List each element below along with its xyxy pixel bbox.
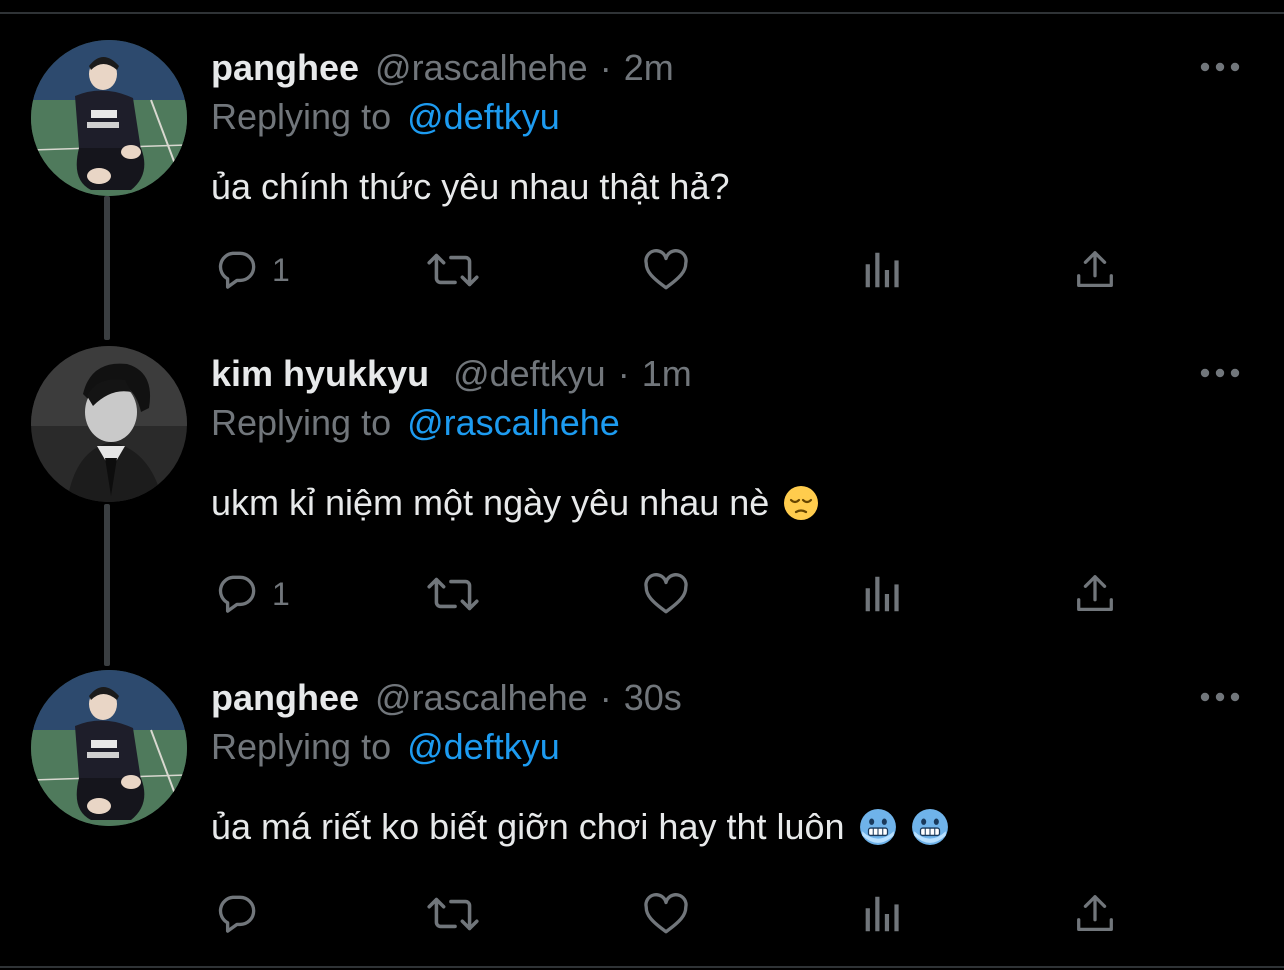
more-options-button[interactable]	[1198, 682, 1242, 712]
separator-dot: ·	[599, 47, 612, 88]
tweet-header: kim hyukkyu @deftkyu · 1m	[211, 346, 692, 402]
like-button[interactable]	[640, 884, 692, 944]
tweet-text: ukm kỉ niệm một ngày yêu nhau nè	[211, 478, 819, 528]
tweet-text-content: ủa chính thức yêu nhau thật hả?	[211, 166, 730, 207]
timestamp[interactable]: 30s	[624, 677, 682, 719]
separator-dot: ·	[599, 677, 612, 718]
top-divider	[0, 12, 1284, 14]
share-button[interactable]	[1072, 564, 1118, 624]
display-name[interactable]: panghee	[211, 677, 359, 719]
retweet-icon	[427, 253, 479, 287]
reply-button[interactable]	[212, 884, 272, 944]
share-icon	[1077, 251, 1113, 287]
retweet-icon	[427, 577, 479, 611]
avatar-photo-kim-hyukkyu	[31, 346, 187, 502]
views-icon	[865, 896, 899, 932]
replying-to-label: Replying to	[211, 726, 392, 767]
timestamp[interactable]: 2m	[624, 47, 674, 89]
share-button[interactable]	[1072, 240, 1118, 300]
tweet-text: ủa chính thức yêu nhau thật hả?	[211, 162, 729, 212]
reply-count: 1	[272, 575, 290, 612]
user-handle[interactable]: @deftkyu	[453, 353, 606, 395]
separator-dot: ·	[617, 353, 630, 394]
avatar-photo-panghee	[31, 670, 187, 826]
tweet-text: ủa má riết ko biết giỡn chơi hay tht luô…	[211, 802, 949, 852]
replying-to: Replying to @rascalhehe	[211, 398, 620, 448]
replying-to: Replying to @deftkyu	[211, 92, 560, 142]
share-icon	[1077, 575, 1113, 611]
tweet-header: panghee @rascalhehe · 2m	[211, 40, 674, 96]
avatar[interactable]	[31, 40, 187, 196]
bottom-divider	[0, 966, 1284, 968]
user-handle[interactable]: @rascalhehe	[375, 47, 588, 89]
display-name[interactable]: kim hyukkyu	[211, 353, 429, 395]
like-icon	[644, 573, 688, 614]
tweet-text-content: ukm kỉ niệm một ngày yêu nhau nè	[211, 482, 770, 523]
timestamp[interactable]: 1m	[642, 353, 692, 395]
views-button[interactable]	[858, 884, 904, 944]
like-icon	[644, 893, 688, 934]
like-button[interactable]	[640, 240, 692, 300]
more-icon	[1200, 368, 1240, 378]
retweet-button[interactable]	[424, 564, 482, 624]
replying-to: Replying to @deftkyu	[211, 722, 560, 772]
reply-count: 1	[272, 251, 290, 288]
cold-face-emoji	[859, 809, 896, 845]
views-button[interactable]	[858, 240, 904, 300]
display-name[interactable]: panghee	[211, 47, 359, 89]
replying-to-mention[interactable]: @rascalhehe	[407, 402, 620, 444]
tweet[interactable]: panghee @rascalhehe · 30s Replying to @d…	[0, 670, 1284, 960]
more-options-button[interactable]	[1198, 358, 1242, 388]
more-icon	[1200, 62, 1240, 72]
cold-face-emoji	[911, 809, 948, 845]
user-handle[interactable]: @rascalhehe	[375, 677, 588, 719]
reply-button[interactable]: 1	[212, 564, 290, 624]
tweet-header: panghee @rascalhehe · 30s	[211, 670, 682, 726]
tweet-actions	[0, 884, 1284, 944]
reply-icon	[218, 575, 256, 613]
replying-to-label: Replying to	[211, 402, 392, 443]
tweet-actions: 1	[0, 564, 1284, 624]
like-icon	[644, 249, 688, 290]
reply-icon	[218, 895, 256, 933]
tweet-text-content: ủa má riết ko biết giỡn chơi hay tht luô…	[211, 806, 845, 847]
tweet[interactable]: kim hyukkyu @deftkyu · 1m Replying to @r…	[0, 346, 1284, 636]
reply-icon	[218, 251, 256, 289]
pensive-face-emoji	[784, 486, 819, 520]
replying-to-label: Replying to	[211, 96, 392, 137]
avatar-photo-panghee	[31, 40, 187, 196]
views-icon	[865, 252, 899, 288]
share-button[interactable]	[1072, 884, 1118, 944]
more-icon	[1200, 692, 1240, 702]
tweet[interactable]: panghee @rascalhehe · 2m Replying to @de…	[0, 40, 1284, 320]
retweet-icon	[427, 897, 479, 931]
retweet-button[interactable]	[424, 240, 482, 300]
avatar[interactable]	[31, 346, 187, 502]
tweet-actions: 1	[0, 240, 1284, 300]
views-button[interactable]	[858, 564, 904, 624]
share-icon	[1077, 895, 1113, 931]
replying-to-mention[interactable]: @deftkyu	[407, 726, 560, 768]
like-button[interactable]	[640, 564, 692, 624]
more-options-button[interactable]	[1198, 52, 1242, 82]
replying-to-mention[interactable]: @deftkyu	[407, 96, 560, 138]
reply-button[interactable]: 1	[212, 240, 290, 300]
views-icon	[865, 576, 899, 612]
retweet-button[interactable]	[424, 884, 482, 944]
avatar[interactable]	[31, 670, 187, 826]
